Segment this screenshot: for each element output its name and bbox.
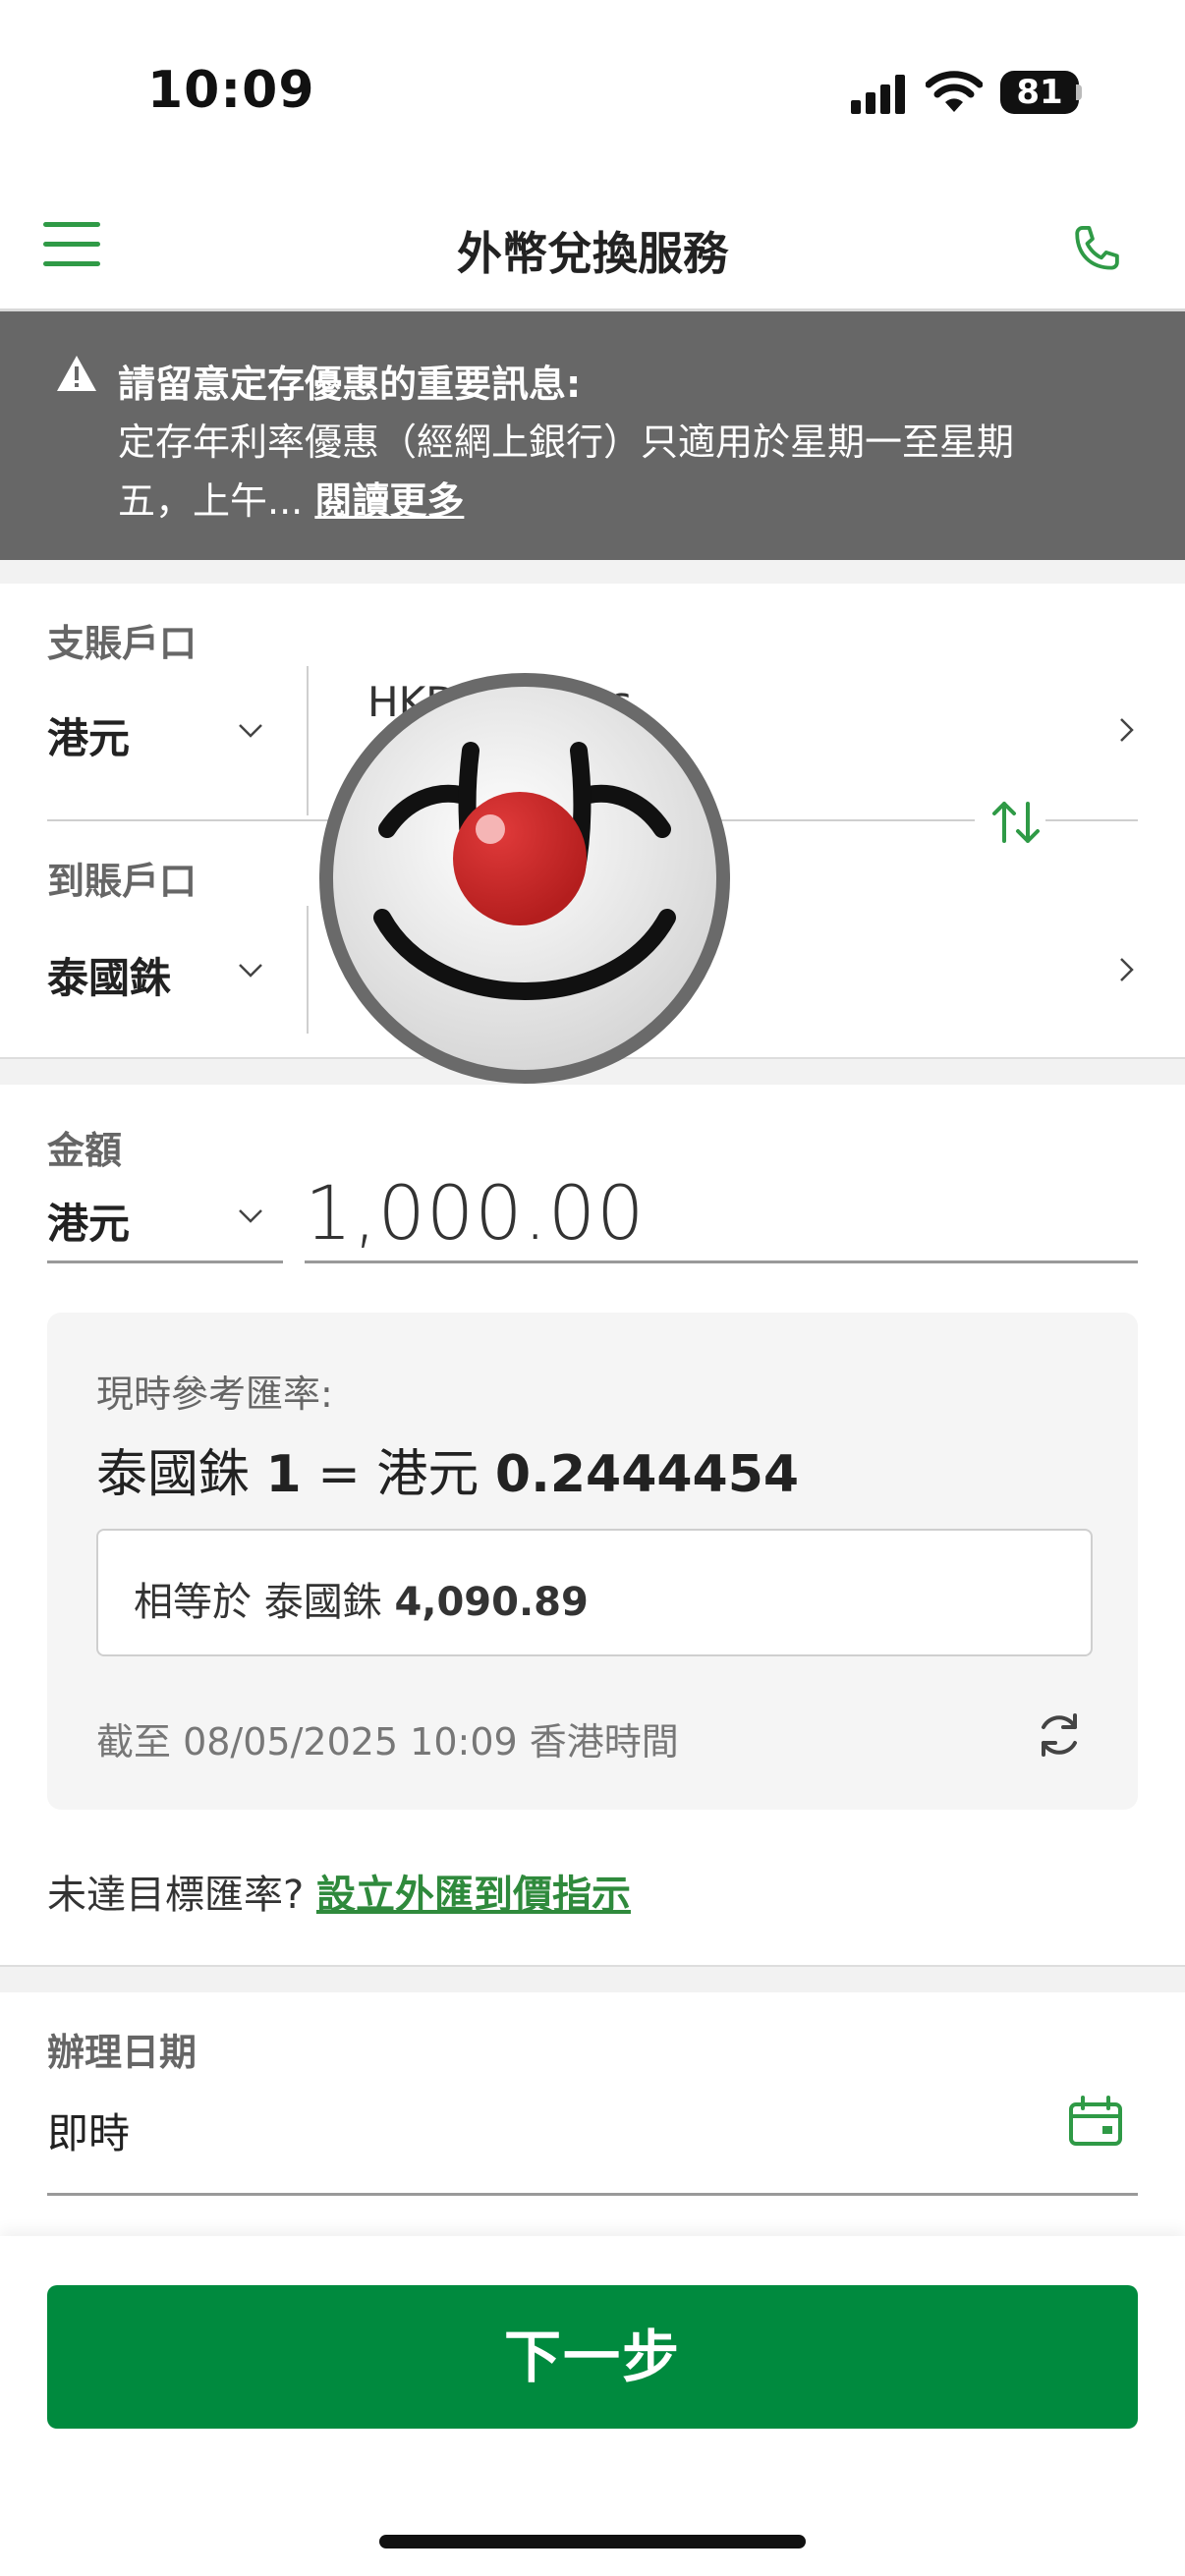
from-account-label: 支賬戶口 xyxy=(47,622,198,665)
swap-icon[interactable] xyxy=(988,798,1044,847)
battery-indicator: 81 xyxy=(1000,71,1079,114)
phone-icon[interactable] xyxy=(1065,216,1126,277)
calendar-icon[interactable] xyxy=(1067,2095,1124,2148)
clown-face-sticker xyxy=(319,673,730,1084)
currency-underline xyxy=(47,1260,283,1263)
amount-input[interactable]: 1,000.00 xyxy=(305,1169,645,1257)
to-account-label: 到賬戶口 xyxy=(47,860,198,903)
chevron-down-icon[interactable] xyxy=(236,715,265,745)
warning-icon xyxy=(57,356,96,391)
notice-title: 請留意定存優惠的重要訊息: xyxy=(118,363,582,406)
rate-label: 現時參考匯率: xyxy=(96,1372,333,1416)
rate-alert-link[interactable]: 設立外匯到價指示 xyxy=(316,1873,631,1918)
next-button[interactable]: 下一步 xyxy=(47,2285,1138,2429)
rate-timestamp: 截至 08/05/2025 10:09 香港時間 xyxy=(96,1720,679,1764)
home-indicator xyxy=(379,2535,806,2548)
rate-number: 0.2444454 xyxy=(494,1445,800,1504)
rate-prefix: 泰國銖 xyxy=(96,1445,266,1504)
from-account-divider-end xyxy=(1045,819,1138,821)
date-value[interactable]: 即時 xyxy=(47,2100,130,2160)
column-divider xyxy=(307,666,309,815)
target-rate-text: 未達目標匯率? xyxy=(47,1873,316,1918)
chevron-down-icon[interactable] xyxy=(236,955,265,984)
notice-text: 定存年利率優惠（經網上銀行）只適用於星期一至星期五，上午... xyxy=(118,420,1015,523)
notice-body: 定存年利率優惠（經網上銀行）只適用於星期一至星期五，上午... 閱讀更多 xyxy=(118,413,1061,531)
page-title: 外幣兌換服務 xyxy=(457,227,728,280)
from-currency-select[interactable]: 港元 xyxy=(47,705,130,765)
column-divider xyxy=(307,906,309,1034)
section-gap xyxy=(0,560,1185,584)
rate-mid: = 港元 xyxy=(301,1445,495,1504)
read-more-link[interactable]: 閱讀更多 xyxy=(314,479,464,523)
refresh-icon[interactable] xyxy=(1030,1706,1089,1764)
wifi-icon xyxy=(926,71,983,112)
rate-value: 泰國銖 1 = 港元 0.2444454 xyxy=(96,1432,799,1506)
chevron-right-icon[interactable] xyxy=(1112,955,1142,984)
equivalent-value: 4,090.89 xyxy=(394,1580,589,1625)
rate-base: 1 xyxy=(265,1445,302,1504)
equivalent-amount: 相等於 泰國銖 4,090.89 xyxy=(134,1570,589,1627)
date-underline xyxy=(47,2193,1138,2196)
chevron-right-icon[interactable] xyxy=(1112,715,1142,745)
amount-underline xyxy=(305,1260,1138,1263)
chevron-down-icon[interactable] xyxy=(236,1201,265,1230)
status-time: 10:09 xyxy=(147,61,315,120)
date-label: 辦理日期 xyxy=(47,2031,198,2074)
amount-label: 金額 xyxy=(47,1129,123,1172)
battery-tip xyxy=(1076,84,1082,100)
equivalent-prefix: 相等於 泰國銖 xyxy=(134,1580,395,1625)
cellular-signal-icon xyxy=(851,75,906,114)
section-gap xyxy=(0,1965,1185,1992)
amount-currency-select[interactable]: 港元 xyxy=(47,1191,130,1251)
to-currency-select[interactable]: 泰國銖 xyxy=(47,945,171,1005)
target-rate-line: 未達目標匯率? 設立外匯到價指示 xyxy=(47,1863,631,1920)
